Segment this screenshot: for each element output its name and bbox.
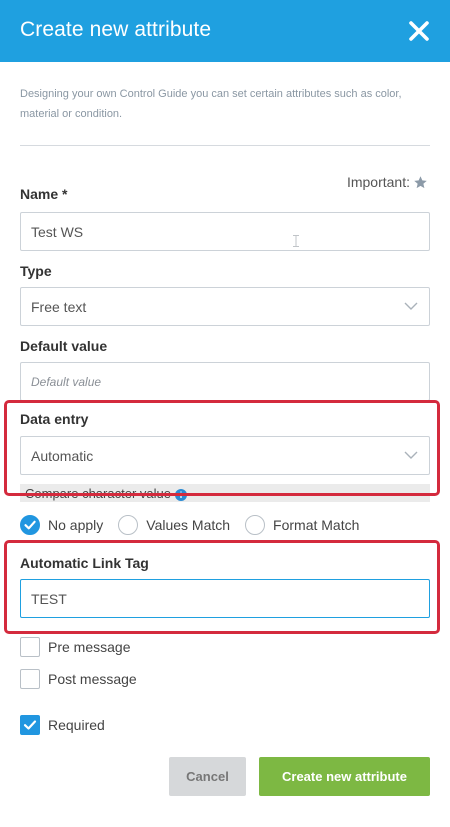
star-icon[interactable]	[413, 175, 428, 190]
chevron-down-icon	[404, 451, 418, 459]
radio-values-match[interactable]: Values Match	[118, 515, 230, 535]
close-icon[interactable]	[408, 20, 430, 42]
cancel-button[interactable]: Cancel	[169, 757, 246, 796]
data-entry-select[interactable]: Automatic	[20, 436, 430, 475]
required-checkbox[interactable]: Required	[20, 715, 105, 735]
modal-header: Create new attribute	[0, 0, 450, 62]
compare-label-text: Compare character value	[25, 486, 171, 501]
checkbox-checked-icon	[20, 715, 40, 735]
important-label: Important:	[346, 174, 410, 190]
radio-no-apply-label: No apply	[48, 517, 104, 533]
data-entry-label: Data entry	[20, 411, 89, 427]
type-label: Type	[20, 263, 52, 279]
intro-text: Designing your own Control Guide you can…	[20, 88, 402, 120]
text-cursor-icon	[293, 235, 299, 247]
radio-empty-icon	[245, 515, 266, 535]
radio-no-apply[interactable]: No apply	[20, 515, 103, 535]
pre-message-label: Pre message	[48, 639, 131, 655]
type-select[interactable]: Free text	[20, 287, 430, 326]
name-input-value: Test WS	[31, 223, 84, 240]
required-label: Required	[48, 717, 105, 733]
checkbox-empty-icon	[20, 669, 40, 689]
data-entry-value: Automatic	[31, 447, 94, 464]
post-message-label: Post message	[48, 671, 137, 687]
compare-character-value-label: Compare character value i	[20, 484, 430, 502]
default-value-label: Default value	[20, 338, 108, 354]
info-icon[interactable]: i	[174, 488, 187, 501]
default-value-placeholder: Default value	[31, 374, 102, 389]
pre-message-checkbox[interactable]: Pre message	[20, 637, 130, 657]
radio-format-match-label: Format Match	[273, 517, 360, 533]
radio-format-match[interactable]: Format Match	[245, 515, 359, 535]
name-label: Name *	[20, 186, 68, 202]
link-tag-input[interactable]: TEST	[20, 579, 430, 618]
checkbox-empty-icon	[20, 637, 40, 657]
important-toggle[interactable]: Important:	[347, 174, 428, 190]
modal-title: Create new attribute	[20, 18, 212, 41]
default-value-input[interactable]: Default value	[20, 362, 430, 401]
radio-values-match-label: Values Match	[146, 517, 231, 533]
divider	[20, 145, 430, 146]
post-message-checkbox[interactable]: Post message	[20, 669, 137, 689]
radio-checked-icon	[20, 515, 40, 535]
chevron-down-icon	[404, 302, 418, 310]
link-tag-value: TEST	[31, 590, 67, 607]
radio-empty-icon	[118, 515, 139, 535]
link-tag-label: Automatic Link Tag	[20, 555, 149, 571]
type-select-value: Free text	[31, 298, 87, 315]
name-input[interactable]: Test WS	[20, 212, 430, 251]
compare-radio-group: No apply Values Match Format Match	[20, 515, 374, 535]
create-attribute-button[interactable]: Create new attribute	[259, 757, 430, 796]
